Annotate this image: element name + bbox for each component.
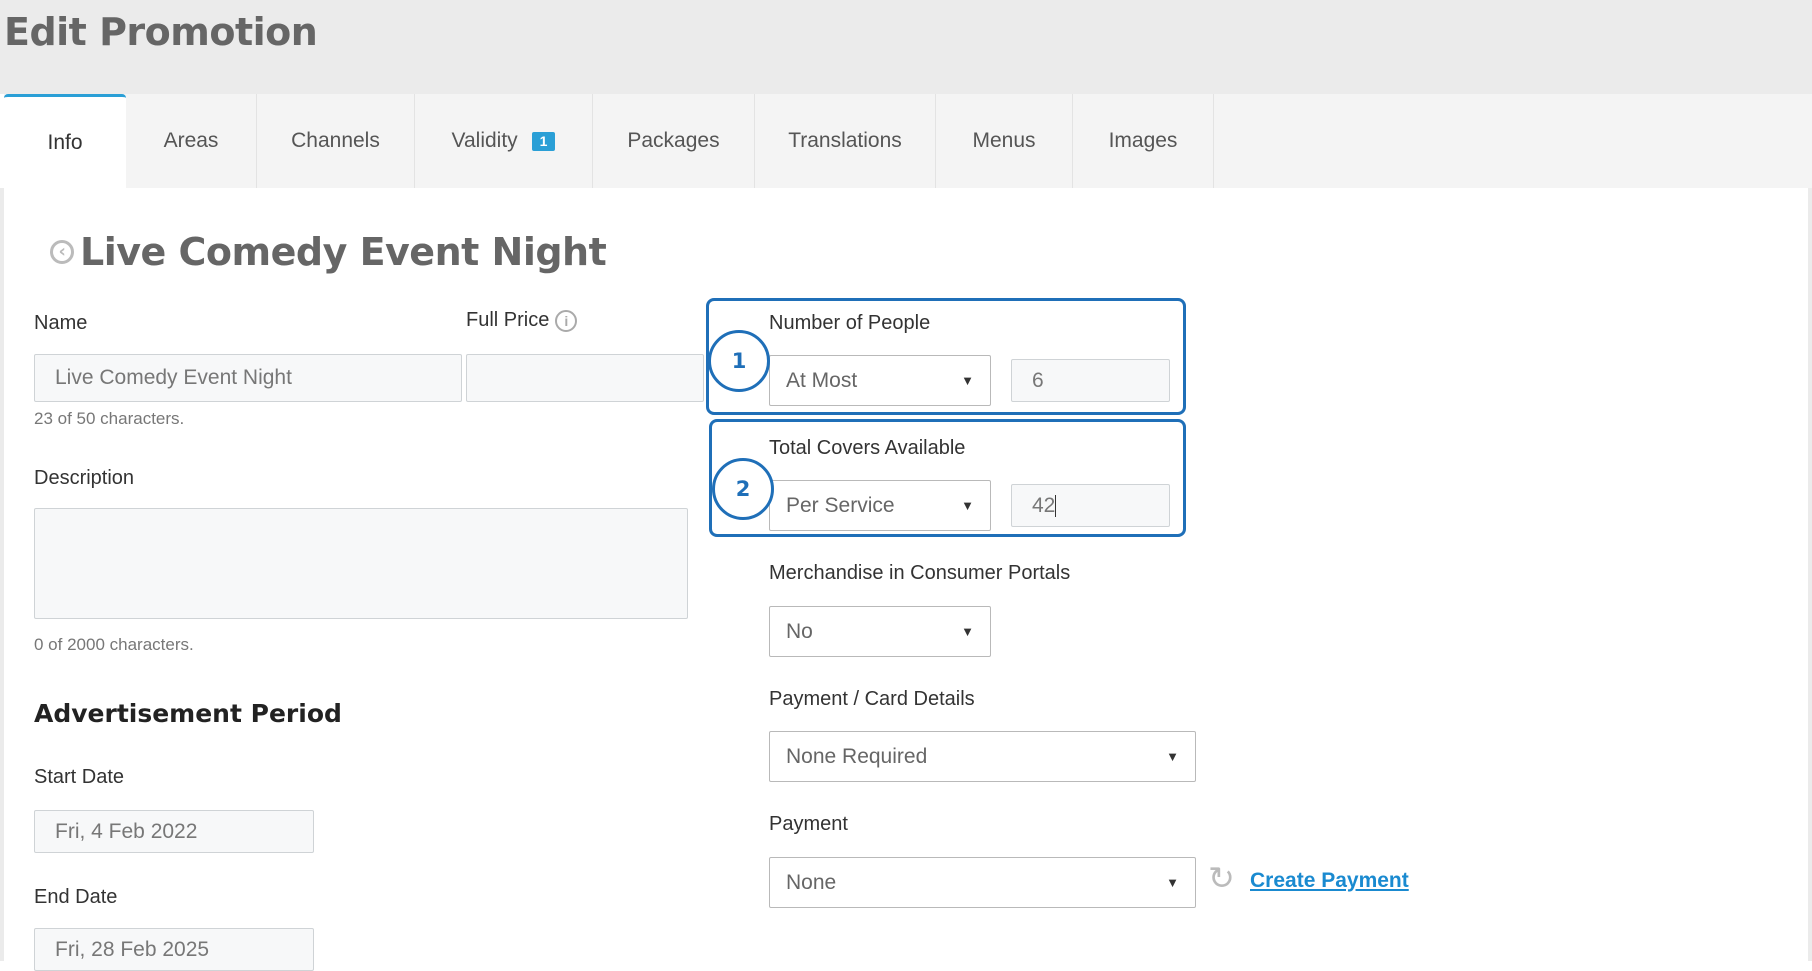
tab-menus[interactable]: Menus [936,94,1073,188]
name-char-count: 23 of 50 characters. [34,409,185,428]
payment-select[interactable]: None ▼ [769,857,1196,908]
tab-info[interactable]: Info [4,94,126,188]
caret-down-icon: ▼ [1166,875,1179,890]
payment-value: None [786,870,837,894]
tab-bar: Info Areas Channels Validity 1 Packages T… [4,94,1812,188]
caret-down-icon: ▼ [961,624,974,639]
validity-count-badge: 1 [531,131,556,151]
covers-count-value: 42 [1032,493,1056,517]
tab-images[interactable]: Images [1073,94,1214,188]
caret-down-icon: ▼ [961,373,974,388]
name-input[interactable]: Live Comedy Event Night [34,354,462,402]
page-header: Edit Promotion [0,0,1812,94]
tab-label: Validity [451,129,518,152]
covers-count-input[interactable]: 42 [1011,484,1170,527]
number-of-people-label: Number of People [769,312,931,334]
create-payment-link[interactable]: Create Payment [1250,869,1409,893]
tab-channels[interactable]: Channels [257,94,415,188]
info-icon[interactable]: i [555,309,578,332]
end-date-label: End Date [34,886,118,908]
payment-card-details-value: None Required [786,744,928,768]
tab-translations[interactable]: Translations [755,94,936,188]
tab-label: Channels [291,129,380,152]
covers-mode-select[interactable]: Per Service ▼ [769,480,991,531]
advertisement-period-heading: Advertisement Period [34,699,342,728]
payment-card-details-label: Payment / Card Details [769,688,975,710]
promotion-title: ‹ Live Comedy Event Night [50,230,607,274]
tab-validity[interactable]: Validity 1 [415,94,593,188]
start-date-input[interactable]: Fri, 4 Feb 2022 [34,810,314,853]
covers-mode-value: Per Service [786,493,895,517]
tab-label: Areas [163,129,219,152]
frame-left [0,188,4,961]
tab-bar-filler [1214,94,1812,188]
tab-label: Images [1108,129,1178,152]
total-covers-label: Total Covers Available [769,437,966,459]
description-textarea[interactable] [34,508,688,619]
people-count-input[interactable]: 6 [1011,359,1170,402]
full-price-label: Full Price i [466,309,578,332]
tab-label: Packages [627,129,720,152]
people-mode-select[interactable]: At Most ▼ [769,355,991,406]
refresh-icon[interactable]: ↻ [1208,862,1235,894]
payment-label: Payment [769,813,848,835]
promotion-title-text: Live Comedy Event Night [80,230,607,274]
circle-chevron-left-icon[interactable]: ‹ [50,240,74,264]
merchandise-label: Merchandise in Consumer Portals [769,562,1071,584]
name-label: Name [34,312,88,334]
caret-down-icon: ▼ [961,498,974,513]
text-cursor [1055,494,1057,517]
tab-label: Info [47,130,83,154]
start-date-label: Start Date [34,766,125,788]
tab-label: Menus [972,129,1036,152]
annotation-marker-2: 2 [712,458,774,520]
frame-right [1808,188,1812,961]
description-char-count: 0 of 2000 characters. [34,635,194,654]
payment-card-details-select[interactable]: None Required ▼ [769,731,1196,782]
full-price-input[interactable] [466,354,704,402]
full-price-label-text: Full Price [466,309,550,331]
merchandise-select[interactable]: No ▼ [769,606,991,657]
tab-packages[interactable]: Packages [593,94,755,188]
merchandise-value: No [786,619,813,643]
end-date-input[interactable]: Fri, 28 Feb 2025 [34,928,314,971]
tab-label: Translations [788,129,902,152]
people-mode-value: At Most [786,368,858,392]
description-label: Description [34,467,135,489]
caret-down-icon: ▼ [1166,749,1179,764]
page-title: Edit Promotion [4,10,318,54]
tab-areas[interactable]: Areas [126,94,257,188]
annotation-marker-1: 1 [708,330,770,392]
